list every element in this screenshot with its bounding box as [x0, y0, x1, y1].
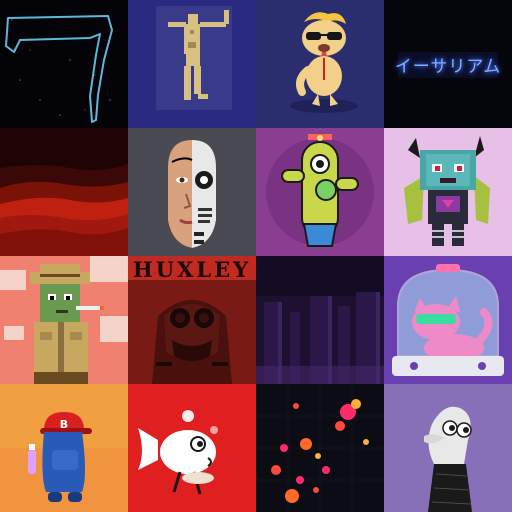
- katakana-neon-text: イーサリアム: [394, 56, 502, 77]
- neon-seven-artwork: [0, 0, 128, 128]
- neon-bubbles-artwork: [256, 384, 384, 512]
- white-fish-artwork: [128, 384, 256, 512]
- pixel-zombie-artwork: [0, 256, 128, 384]
- tile-cartoon-dog[interactable]: [256, 0, 384, 128]
- tile-huxley[interactable]: HUXLEY: [128, 256, 256, 384]
- tile-red-dunes[interactable]: [0, 128, 128, 256]
- tile-white-fish[interactable]: [128, 384, 256, 512]
- tile-cactus-robot[interactable]: [256, 128, 384, 256]
- cactus-robot-artwork: [256, 128, 384, 256]
- half-robot-face-artwork: [128, 128, 256, 256]
- tile-baseball-blob[interactable]: B: [0, 384, 128, 512]
- tile-neon-bubbles[interactable]: [256, 384, 384, 512]
- cartoon-dog-artwork: [256, 0, 384, 128]
- baseball-blob-artwork: B: [0, 384, 128, 512]
- tile-neon-katakana[interactable]: イーサリアム: [384, 0, 512, 128]
- tile-neon-seven[interactable]: [0, 0, 128, 128]
- tile-pixel-dancer[interactable]: [128, 0, 256, 128]
- tile-sock-puppet[interactable]: [384, 384, 512, 512]
- huxley-title: HUXLEY: [132, 257, 252, 282]
- pixel-dancer-artwork: [128, 0, 256, 128]
- tile-purple-city[interactable]: [256, 256, 384, 384]
- sock-puppet-artwork: [384, 384, 512, 512]
- tile-pink-cat-capsule[interactable]: [384, 256, 512, 384]
- purple-city-artwork: [256, 256, 384, 384]
- pink-cat-capsule-artwork: [384, 256, 512, 384]
- tile-half-robot-face[interactable]: [128, 128, 256, 256]
- tile-pixel-zombie[interactable]: [0, 256, 128, 384]
- red-dunes-artwork: [0, 128, 128, 256]
- nft-gallery-grid: イーサリアム HUXLEY B: [0, 0, 512, 512]
- svg-text:B: B: [60, 418, 68, 431]
- voxel-creature-artwork: [384, 128, 512, 256]
- tile-voxel-creature[interactable]: [384, 128, 512, 256]
